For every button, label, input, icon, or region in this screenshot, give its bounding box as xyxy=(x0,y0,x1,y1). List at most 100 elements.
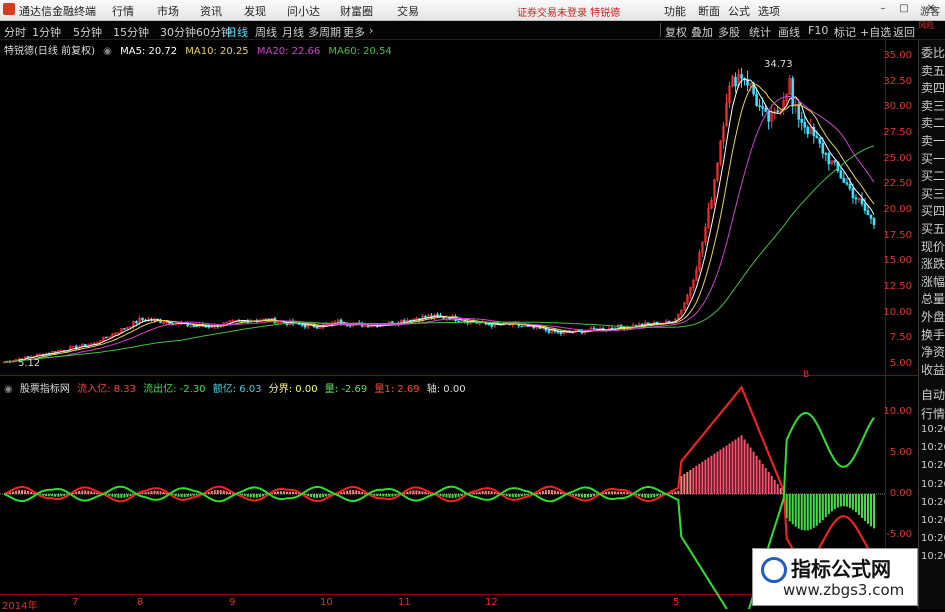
quote-field-label[interactable]: 买四 xyxy=(921,202,945,219)
flow-bar xyxy=(852,494,854,510)
quote-field-label[interactable]: 净资 xyxy=(921,343,945,360)
quote-field-label[interactable]: 卖四 xyxy=(921,79,945,96)
flow-bar xyxy=(834,494,836,509)
candle-body xyxy=(403,320,405,322)
flow-bar xyxy=(846,494,848,507)
flow-bar xyxy=(686,472,688,494)
flow-bar xyxy=(449,494,451,498)
flow-bar xyxy=(154,491,156,494)
flow-bar xyxy=(653,494,655,497)
date-tick-label: 7 xyxy=(72,597,78,608)
flow-bar xyxy=(792,494,794,524)
flow-bar xyxy=(515,494,517,497)
flow-bar xyxy=(250,494,252,497)
flow-bar xyxy=(292,492,294,494)
quote-field-label[interactable]: 总量 xyxy=(921,290,945,307)
sidebar-option[interactable]: 自动 xyxy=(921,386,945,403)
candle-body xyxy=(819,138,821,143)
flow-bar xyxy=(48,494,50,496)
flow-bar xyxy=(15,491,17,494)
flow-bar xyxy=(807,494,809,530)
flow-bar xyxy=(385,494,387,497)
date-tick-label: 12 xyxy=(485,597,498,608)
price-tick-label: 20.00 xyxy=(872,204,912,215)
quote-field-label[interactable]: 卖三 xyxy=(921,97,945,114)
flow-bar xyxy=(578,494,580,497)
flow-bar xyxy=(151,491,153,494)
tick-time: 10:26 xyxy=(921,515,945,526)
flow-bar xyxy=(750,448,752,494)
flow-bar xyxy=(837,494,839,507)
flow-bar xyxy=(141,493,143,494)
candle-body xyxy=(852,189,854,198)
low-price-marker: 5.12 xyxy=(18,358,40,369)
quote-field-label[interactable]: 买一 xyxy=(921,150,945,167)
flow-bar xyxy=(54,494,56,497)
flow-bar xyxy=(617,492,619,494)
quote-field-label[interactable]: 现价 xyxy=(921,238,945,255)
flow-bar xyxy=(771,476,773,494)
candle-body xyxy=(804,122,806,127)
flow-bar xyxy=(641,494,643,497)
quote-field-label[interactable]: 买二 xyxy=(921,167,945,184)
flow-bar xyxy=(262,494,264,496)
quote-field-label[interactable]: 涨跌 xyxy=(921,255,945,272)
quote-field-label[interactable]: 买五 xyxy=(921,220,945,237)
flow-bar xyxy=(605,492,607,494)
flow-bar xyxy=(545,490,547,494)
flow-bar xyxy=(539,492,541,494)
candle-body xyxy=(822,143,824,153)
flow-bar xyxy=(24,490,26,494)
flow-bar xyxy=(217,490,219,494)
guest-label[interactable]: 游客 xyxy=(920,3,940,18)
flow-bar xyxy=(747,443,749,494)
tick-time: 10:26 xyxy=(921,479,945,490)
flow-bar xyxy=(801,494,803,530)
flow-bar xyxy=(780,488,782,494)
flow-bar xyxy=(756,456,758,494)
date-tick-label: 11 xyxy=(398,597,411,608)
flow-bar xyxy=(704,460,706,494)
flow-bar xyxy=(87,491,89,494)
candle-body xyxy=(825,153,827,154)
flow-bar xyxy=(319,494,321,498)
flow-bar xyxy=(674,491,676,494)
flow-bar xyxy=(768,472,770,494)
flow-bar xyxy=(322,494,324,497)
flow-bar xyxy=(9,492,11,494)
flow-bar xyxy=(160,491,162,494)
flow-bar xyxy=(593,494,595,496)
candle-body xyxy=(668,321,670,322)
quote-field-label[interactable]: 卖五 xyxy=(921,62,945,79)
flow-bar xyxy=(521,494,523,496)
flow-bar xyxy=(729,443,731,494)
flow-bar xyxy=(90,491,92,494)
flow-bar xyxy=(828,494,830,514)
sidebar-option[interactable]: 行情 xyxy=(921,405,945,422)
flow-bar xyxy=(443,494,445,497)
flow-bar xyxy=(701,462,703,494)
candle-body xyxy=(488,324,490,325)
kline-chart[interactable] xyxy=(0,0,945,609)
quote-field-label[interactable]: 涨幅 xyxy=(921,273,945,290)
flow-bar xyxy=(316,494,318,498)
quote-field-label[interactable]: 委比 xyxy=(921,44,945,61)
candle-body xyxy=(521,326,523,327)
candle-body xyxy=(864,204,866,211)
tick-time: 10:26 xyxy=(921,497,945,508)
quote-field-label[interactable]: 卖二 xyxy=(921,114,945,131)
flow-bar xyxy=(849,494,851,508)
zbgs-logo-icon xyxy=(761,557,787,583)
quote-field-label[interactable]: 收益 xyxy=(921,361,945,378)
price-tick-label: 5.00 xyxy=(872,358,912,369)
quote-field-label[interactable]: 卖一 xyxy=(921,132,945,149)
flow-bar xyxy=(424,492,426,494)
indicator-tick-label: -5.00 xyxy=(872,529,912,540)
flow-bar xyxy=(340,492,342,494)
flow-bar xyxy=(719,450,721,494)
flow-bar xyxy=(117,494,119,498)
quote-field-label[interactable]: 买三 xyxy=(921,185,945,202)
quote-field-label[interactable]: 外盘 xyxy=(921,308,945,325)
flow-bar xyxy=(458,494,460,497)
quote-field-label[interactable]: 换手 xyxy=(921,326,945,343)
